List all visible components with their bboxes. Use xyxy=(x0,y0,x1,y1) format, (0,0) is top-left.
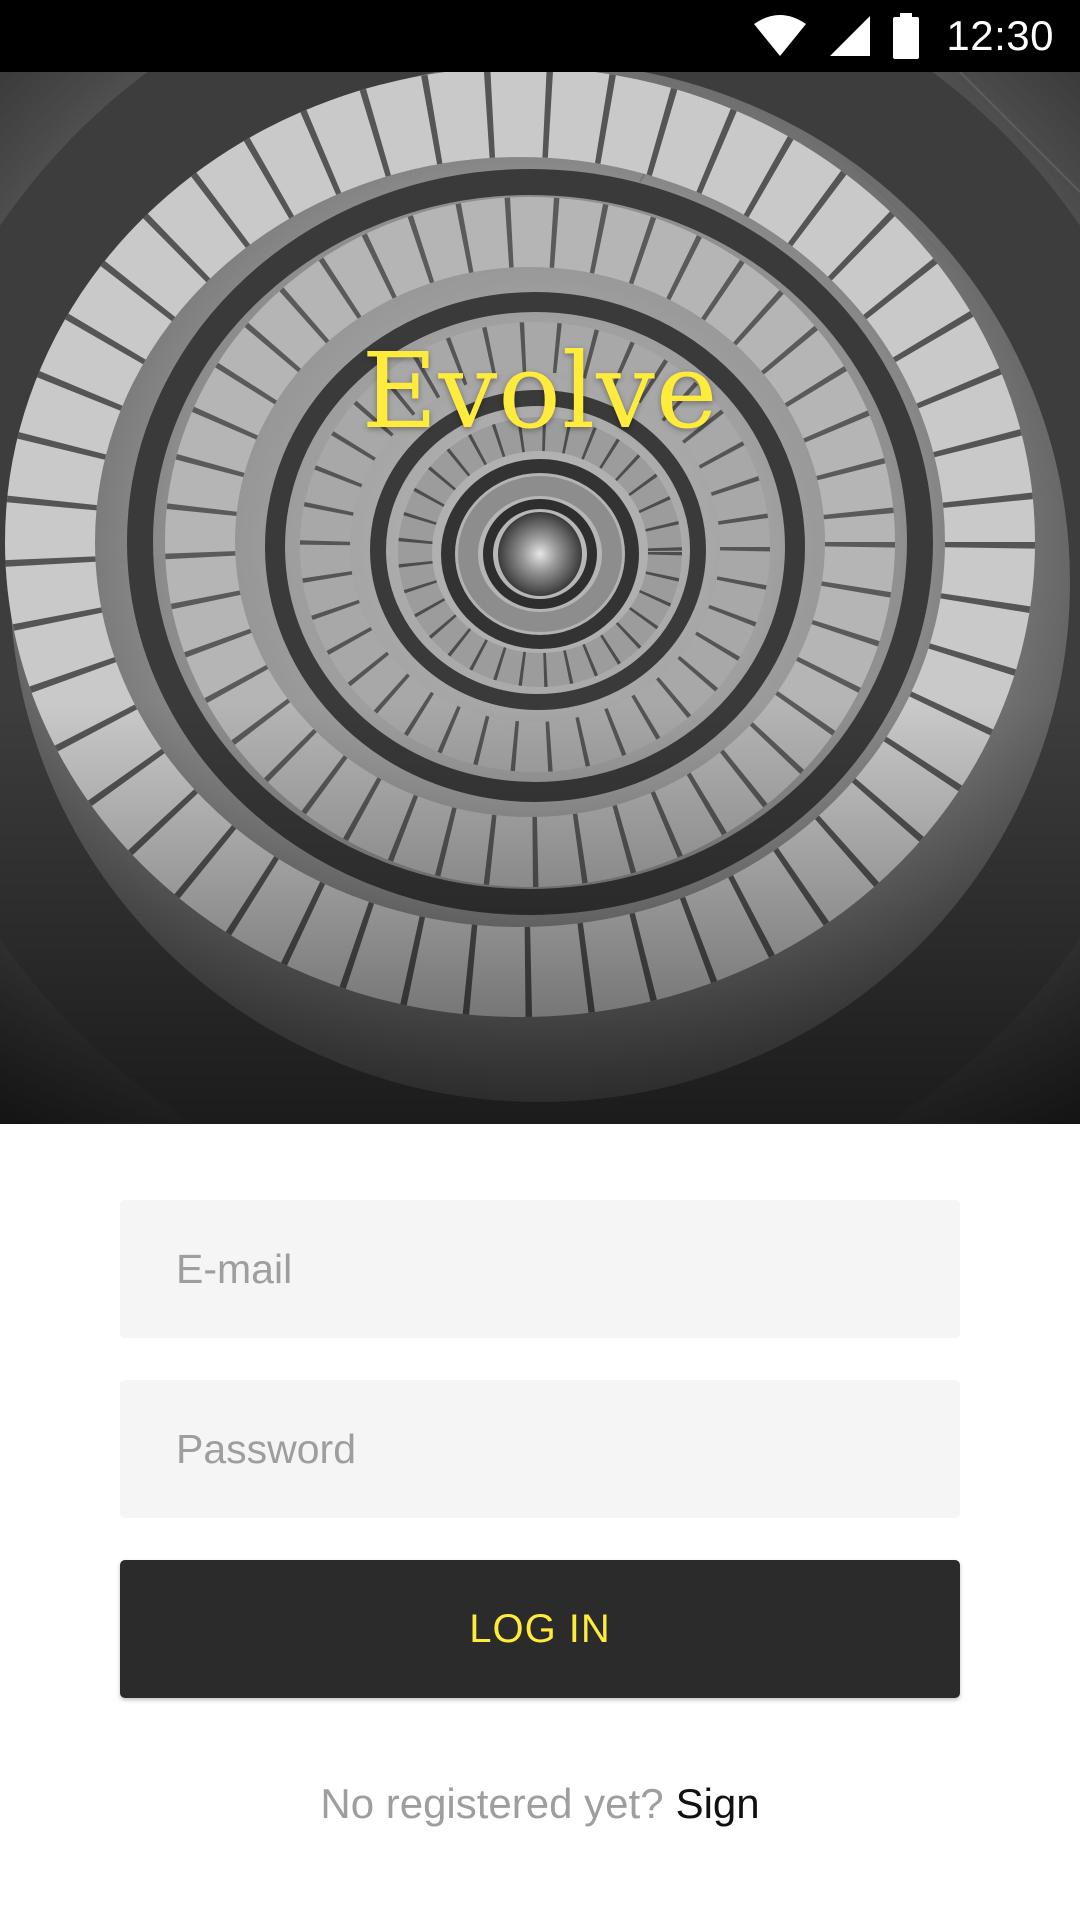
password-field[interactable] xyxy=(120,1380,960,1518)
login-button[interactable]: LOG IN xyxy=(120,1560,960,1698)
login-form: LOG IN xyxy=(120,1200,960,1698)
spiral-staircase-image xyxy=(0,72,1080,1124)
cell-signal-icon xyxy=(830,16,871,56)
sign-up-link[interactable]: Sign xyxy=(676,1780,760,1827)
register-prompt-text: No registered yet? xyxy=(320,1780,664,1827)
status-time: 12:30 xyxy=(946,12,1054,59)
battery-icon xyxy=(893,13,920,59)
email-field[interactable] xyxy=(120,1200,960,1338)
status-bar: 12:30 xyxy=(0,0,1080,72)
hero-banner: Evolve xyxy=(0,72,1080,1124)
register-prompt: No registered yet? Sign xyxy=(0,1780,1080,1828)
wifi-icon xyxy=(754,15,807,56)
app-title: Evolve xyxy=(361,330,719,452)
